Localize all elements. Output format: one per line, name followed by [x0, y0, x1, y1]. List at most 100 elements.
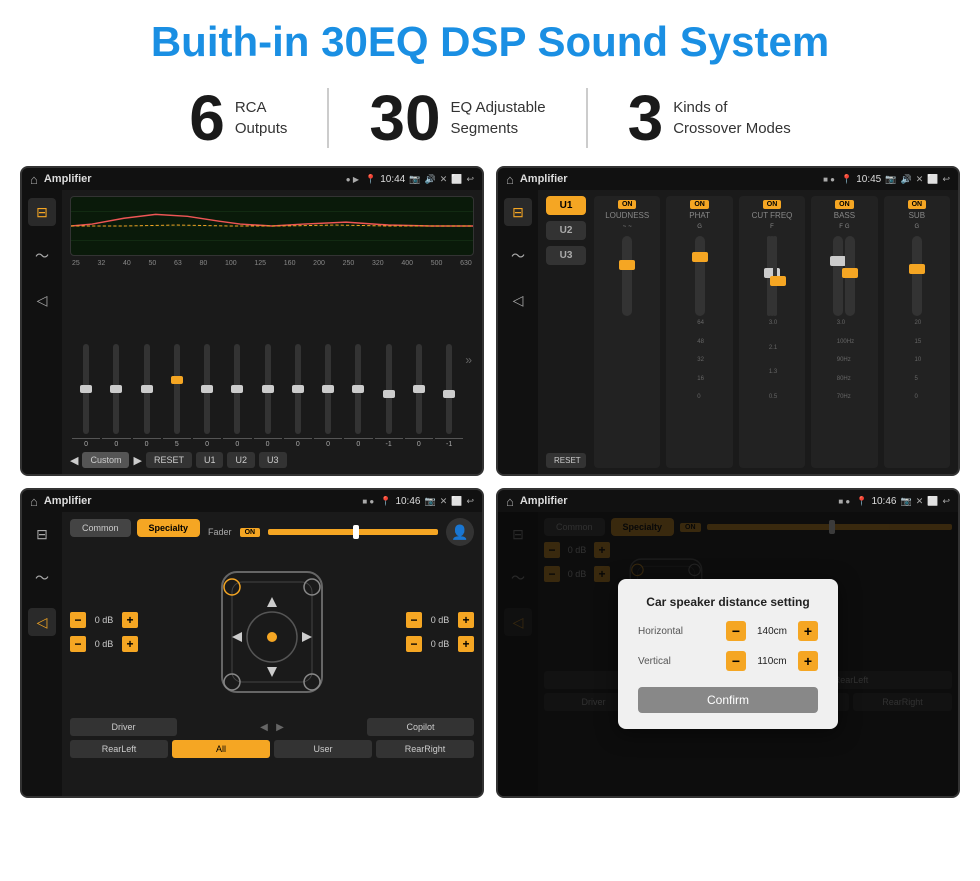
sliders-icon-2[interactable]: ⊟ — [504, 198, 532, 226]
rearright-btn[interactable]: RearRight — [376, 740, 474, 758]
eq-slider-4: 0 — [193, 344, 221, 448]
home-icon-2: ⌂ — [506, 172, 514, 187]
stat-text-crossover: Kinds of Crossover Modes — [673, 97, 791, 139]
all-btn[interactable]: All — [172, 740, 270, 758]
sub-on: ON — [908, 200, 927, 209]
horizontal-minus[interactable]: − — [726, 621, 746, 641]
crossover-controls: ON LOUDNESS ~~ ON PHAT G — [594, 196, 950, 468]
window-icon-1: ⬜ — [451, 174, 462, 185]
phat-on: ON — [690, 200, 709, 209]
rearleft-btn[interactable]: RearLeft — [70, 740, 168, 758]
status-icons-2: 📍 10:45 📷 🔊 ✕ ⬜ ↩ — [841, 174, 950, 185]
stat-rca: 6 RCA Outputs — [149, 86, 327, 150]
page-title: Buith-in 30EQ DSP Sound System — [0, 0, 980, 76]
sub-slider[interactable] — [912, 236, 922, 316]
loudness-on: ON — [618, 200, 637, 209]
location-icon-3: 📍 — [380, 496, 391, 507]
tab-specialty-3[interactable]: Specialty — [137, 519, 201, 537]
db-minus-fl[interactable]: − — [70, 612, 86, 628]
x-icon-3: ✕ — [440, 496, 448, 507]
speaker-layout: − 0 dB + − 0 dB + — [70, 552, 474, 712]
eq-slider-1: 0 — [102, 344, 130, 448]
screen1-body: ⊟ 〜 ◁ — [22, 190, 482, 474]
eq-main: 2532405063 80100125160200 25032040050063… — [62, 190, 482, 474]
media-dots-3: ■ ● — [362, 497, 374, 506]
speaker-main: Common Specialty Fader ON 👤 — [62, 512, 482, 796]
loudness-slider[interactable] — [622, 236, 632, 316]
back-icon-1: ↩ — [466, 174, 474, 185]
media-dots-4: ■ ● — [838, 497, 850, 506]
eq-slider-8: 0 — [314, 344, 342, 448]
location-icon-4: 📍 — [856, 496, 867, 507]
vertical-plus[interactable]: + — [798, 651, 818, 671]
preset-u3[interactable]: U3 — [546, 246, 586, 265]
media-dots-1: ● ▶ — [346, 175, 359, 184]
waveform-icon-3[interactable]: 〜 — [28, 564, 56, 592]
prev-button[interactable]: ◀ — [70, 454, 78, 467]
confirm-button[interactable]: Confirm — [638, 687, 818, 713]
speaker-controls-right: − 0 dB + − 0 dB + — [406, 612, 474, 652]
db-plus-rr[interactable]: + — [458, 636, 474, 652]
time-4: 10:46 — [871, 496, 896, 507]
db-control-rr: − 0 dB + — [406, 636, 474, 652]
eq-slider-9: 0 — [344, 344, 372, 448]
u1-button[interactable]: U1 — [196, 452, 224, 468]
u3-button[interactable]: U3 — [259, 452, 287, 468]
fader-label: Fader — [208, 527, 232, 537]
speaker-icon-3[interactable]: ◁ — [28, 608, 56, 636]
db-value-rr: 0 dB — [426, 639, 454, 649]
next-button[interactable]: ▶ — [133, 454, 141, 467]
horizontal-plus[interactable]: + — [798, 621, 818, 641]
db-minus-rr[interactable]: − — [406, 636, 422, 652]
horizontal-label: Horizontal — [638, 626, 720, 637]
db-minus-rl[interactable]: − — [70, 636, 86, 652]
screen-crossover: ⌂ Amplifier ■ ● 📍 10:45 📷 🔊 ✕ ⬜ ↩ ⊟ 〜 ◁ — [496, 166, 960, 476]
reset-button[interactable]: RESET — [146, 452, 192, 468]
preset-u1[interactable]: U1 — [546, 196, 586, 215]
home-icon-4: ⌂ — [506, 494, 514, 509]
dialog-box: Car speaker distance setting Horizontal … — [618, 579, 838, 729]
eq-slider-3: 5 — [163, 344, 191, 448]
fader-slider[interactable] — [268, 529, 438, 535]
stats-row: 6 RCA Outputs 30 EQ Adjustable Segments … — [0, 76, 980, 166]
vertical-value: 110cm — [752, 656, 792, 667]
preset-u2[interactable]: U2 — [546, 221, 586, 240]
vertical-minus[interactable]: − — [726, 651, 746, 671]
crossover-presets: U1 U2 U3 RESET — [546, 196, 586, 468]
waveform-icon-1[interactable]: 〜 — [28, 242, 56, 270]
db-value-rl: 0 dB — [90, 639, 118, 649]
custom-button[interactable]: Custom — [82, 452, 129, 468]
speaker-icon-2[interactable]: ◁ — [504, 286, 532, 314]
left-sidebar-2: ⊟ 〜 ◁ — [498, 190, 538, 474]
status-bar-2: ⌂ Amplifier ■ ● 📍 10:45 📷 🔊 ✕ ⬜ ↩ — [498, 168, 958, 190]
bass-slider-g[interactable] — [845, 236, 855, 316]
dialog-horizontal-row: Horizontal − 140cm + — [638, 621, 818, 641]
tab-common-3[interactable]: Common — [70, 519, 131, 537]
status-bar-1: ⌂ Amplifier ● ▶ 📍 10:44 📷 🔊 ✕ ⬜ ↩ — [22, 168, 482, 190]
phat-slider[interactable] — [695, 236, 705, 316]
stat-number-rca: 6 — [189, 86, 225, 150]
db-plus-fl[interactable]: + — [122, 612, 138, 628]
cutfreq-slider[interactable] — [767, 236, 777, 316]
u2-button[interactable]: U2 — [227, 452, 255, 468]
window-icon-3: ⬜ — [451, 496, 462, 507]
waveform-icon-2[interactable]: 〜 — [504, 242, 532, 270]
db-minus-fr[interactable]: − — [406, 612, 422, 628]
status-icons-1: 📍 10:44 📷 🔊 ✕ ⬜ ↩ — [365, 174, 474, 185]
sliders-icon-3[interactable]: ⊟ — [28, 520, 56, 548]
reset-btn-2[interactable]: RESET — [546, 453, 586, 468]
eq-slider-10: -1 — [375, 344, 403, 448]
user-btn[interactable]: User — [274, 740, 372, 758]
bass-group: ON BASS FG 3.0100Hz90Hz80Hz70 — [811, 196, 877, 468]
db-plus-rl[interactable]: + — [122, 636, 138, 652]
back-icon-3: ↩ — [466, 496, 474, 507]
stat-text-eq: EQ Adjustable Segments — [451, 97, 546, 139]
sliders-icon-1[interactable]: ⊟ — [28, 198, 56, 226]
eq-slider-12: -1 — [435, 344, 463, 448]
copilot-btn[interactable]: Copilot — [367, 718, 474, 736]
driver-btn[interactable]: Driver — [70, 718, 177, 736]
eq-freq-labels: 2532405063 80100125160200 25032040050063… — [70, 260, 474, 267]
time-3: 10:46 — [395, 496, 420, 507]
db-plus-fr[interactable]: + — [458, 612, 474, 628]
speaker-icon-1[interactable]: ◁ — [28, 286, 56, 314]
